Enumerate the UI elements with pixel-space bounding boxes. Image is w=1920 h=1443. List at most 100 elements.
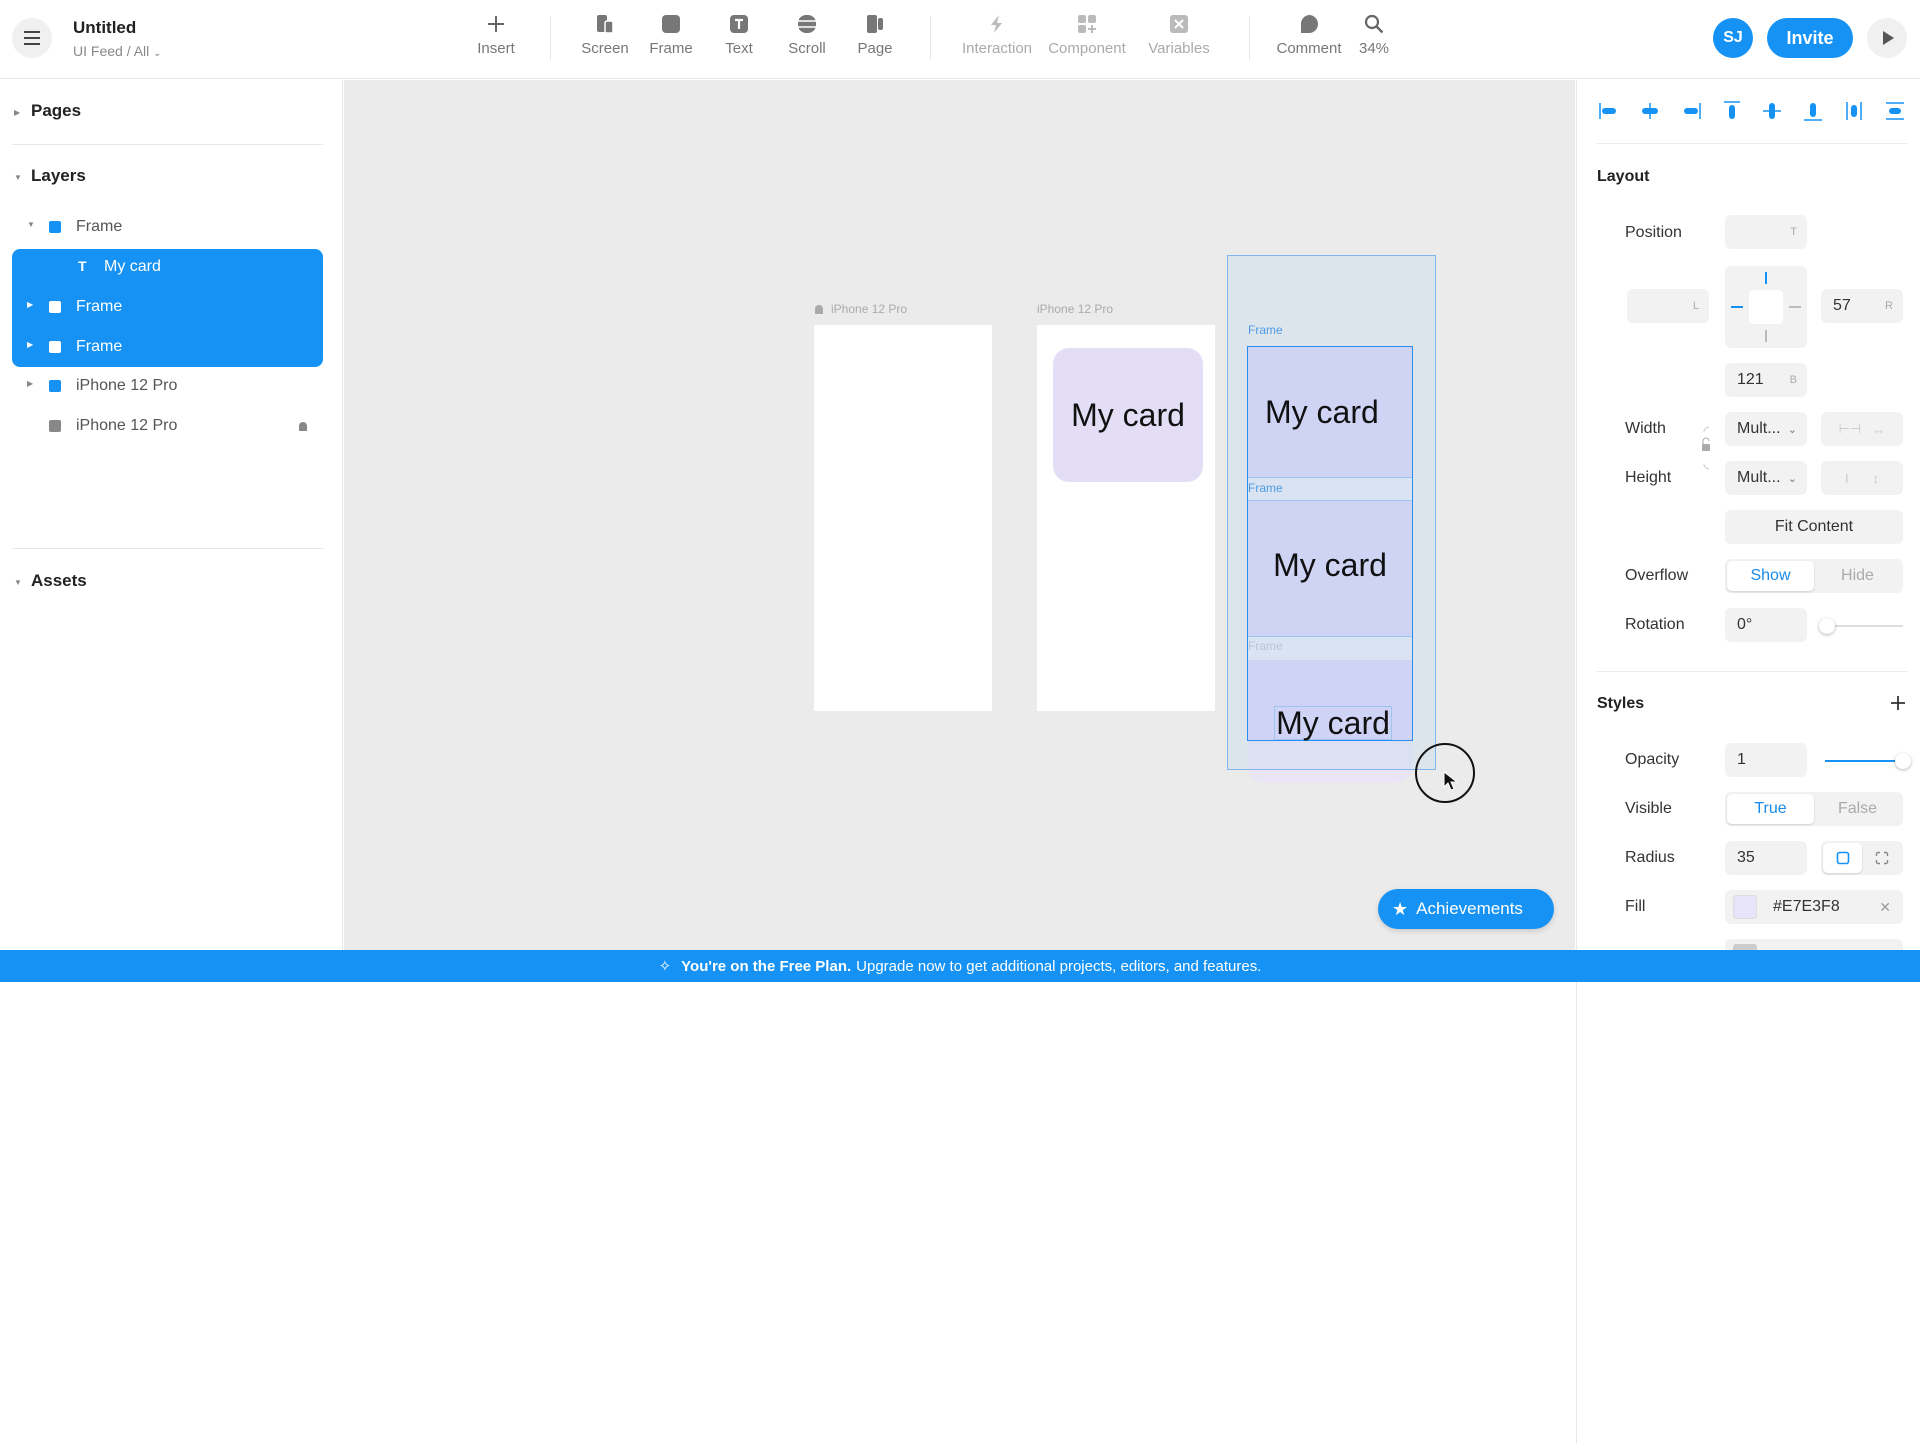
fit-content-button[interactable]: Fit Content [1725, 510, 1903, 544]
lock-icon[interactable] [297, 420, 309, 432]
radius-individual-option[interactable] [1862, 843, 1901, 873]
breadcrumb[interactable]: UI Feed / All ⌄ [73, 43, 162, 59]
frame-label[interactable]: Frame [1248, 639, 1283, 653]
card-text[interactable]: My card [1248, 382, 1412, 442]
caret-right-icon: ▶ [14, 108, 21, 117]
align-left-icon[interactable] [1597, 98, 1621, 124]
bottom-suffix: B [1789, 374, 1797, 386]
menu-button[interactable] [12, 18, 52, 58]
layer-item[interactable]: T My card [12, 249, 323, 285]
opacity-slider-knob[interactable] [1895, 753, 1911, 769]
pages-section-header[interactable]: ▶ Pages Page 1 [0, 97, 1920, 973]
position-top-input[interactable]: T [1725, 215, 1807, 249]
align-top-icon[interactable] [1720, 98, 1744, 124]
height-dropdown[interactable]: Mult... ⌄ [1725, 461, 1807, 495]
height-value: Mult... [1737, 469, 1781, 486]
constraint-right[interactable] [1789, 306, 1801, 308]
add-style-icon[interactable] [1890, 695, 1906, 711]
scroll-button[interactable]: Scroll [772, 0, 842, 79]
page-button[interactable]: Page [842, 0, 908, 79]
play-button[interactable] [1867, 18, 1907, 58]
fill-input[interactable]: #E7E3F8 ✕ [1725, 890, 1903, 924]
constraint-widget[interactable] [1725, 266, 1807, 348]
position-bottom-input[interactable]: 121 B [1725, 363, 1807, 397]
height-mode-toggle[interactable]: I ↕ [1821, 461, 1903, 495]
caret-down-icon[interactable]: ▼ [27, 220, 35, 229]
rotation-input[interactable]: 0° [1725, 608, 1807, 642]
position-left-input[interactable]: L [1627, 289, 1709, 323]
assets-section-header[interactable]: ▼ Assets Components ⌄ [0, 567, 1920, 1443]
zoom-icon [1362, 12, 1386, 36]
align-horizontal-center-icon[interactable] [1638, 98, 1662, 124]
width-dropdown[interactable]: Mult... ⌄ [1725, 412, 1807, 446]
frame-label[interactable]: Frame [1248, 481, 1283, 495]
phone-frame[interactable] [814, 325, 992, 711]
upgrade-banner[interactable]: ✧ You're on the Free Plan. Upgrade now t… [0, 950, 1920, 982]
achievements-button[interactable]: ★ Achievements [1378, 889, 1554, 929]
card[interactable]: My card [1053, 348, 1203, 482]
caret-right-icon[interactable]: ▶ [27, 379, 33, 388]
opacity-input[interactable]: 1 [1725, 743, 1807, 777]
constraint-bottom[interactable] [1765, 330, 1767, 342]
canvas[interactable]: iPhone 12 Pro iPhone 12 Pro My card Fram… [344, 80, 1575, 950]
fixed-height-icon[interactable]: I [1845, 471, 1849, 486]
visible-false-option[interactable]: False [1814, 794, 1901, 824]
layer-item[interactable]: ▶ Frame [12, 289, 323, 325]
layer-name: Frame [76, 298, 123, 315]
phone-frame[interactable]: My card [1037, 325, 1215, 711]
fixed-width-icon[interactable]: ⊢⊣ [1839, 421, 1862, 437]
distribute-horizontal-icon[interactable] [1842, 98, 1866, 124]
invite-button[interactable]: Invite [1767, 18, 1853, 58]
frame-label[interactable]: Frame [1248, 323, 1283, 337]
screen-button[interactable]: Screen [574, 0, 636, 79]
comment-button[interactable]: Comment [1272, 0, 1346, 79]
opacity-slider[interactable] [1825, 753, 1911, 769]
position-label: Position [1625, 224, 1682, 241]
user-avatar[interactable]: SJ [1713, 18, 1753, 58]
banner-text: Upgrade now to get additional projects, … [856, 957, 1262, 975]
constraint-left[interactable] [1731, 306, 1743, 308]
overflow-show-option[interactable]: Show [1727, 561, 1814, 591]
visible-true-option[interactable]: True [1727, 794, 1814, 824]
align-vertical-center-icon[interactable] [1760, 98, 1784, 124]
rotation-slider[interactable] [1819, 618, 1903, 634]
constraint-top[interactable] [1765, 272, 1767, 284]
caret-right-icon[interactable]: ▶ [27, 300, 33, 309]
variables-button[interactable]: Variables [1135, 0, 1223, 79]
layer-item[interactable]: ▼ Frame [12, 209, 323, 245]
interaction-button[interactable]: Interaction [955, 0, 1039, 79]
layer-item[interactable]: ▶ iPhone 12 Pro [12, 368, 323, 404]
fill-hex-value[interactable]: #E7E3F8 [1773, 898, 1840, 916]
card-text[interactable]: My card [1248, 535, 1412, 595]
insert-button[interactable]: Insert [466, 0, 526, 79]
document-title[interactable]: Untitled [73, 18, 136, 38]
fill-color-swatch[interactable] [1733, 895, 1757, 919]
card-text[interactable]: My card [1274, 705, 1392, 741]
fill-width-icon[interactable]: ↔ [1872, 422, 1885, 437]
phone-frame-label[interactable]: iPhone 12 Pro [1037, 302, 1113, 316]
distribute-vertical-icon[interactable] [1883, 98, 1907, 124]
align-bottom-icon[interactable] [1801, 98, 1825, 124]
component-button[interactable]: Component [1039, 0, 1135, 79]
fill-height-icon[interactable]: ↕ [1873, 471, 1880, 486]
width-mode-toggle[interactable]: ⊢⊣ ↔ [1821, 412, 1903, 446]
layers-section-header[interactable]: ▼ Layers [0, 162, 343, 192]
toolbar-divider [550, 16, 551, 60]
zoom-button[interactable]: 34% [1346, 0, 1402, 79]
frame-button[interactable]: Frame [636, 0, 706, 79]
layer-item[interactable]: iPhone 12 Pro [12, 408, 323, 444]
position-right-input[interactable]: 57 R [1821, 289, 1903, 323]
remove-fill-icon[interactable]: ✕ [1879, 899, 1891, 916]
radius-uniform-option[interactable] [1823, 843, 1862, 873]
caret-right-icon[interactable]: ▶ [27, 340, 33, 349]
radius-input[interactable]: 35 [1725, 841, 1807, 875]
align-right-icon[interactable] [1679, 98, 1703, 124]
next-style-field[interactable] [1725, 939, 1903, 950]
divider [1597, 143, 1907, 144]
overflow-hide-option[interactable]: Hide [1814, 561, 1901, 591]
aspect-lock-icon[interactable] [1701, 425, 1713, 471]
rotation-slider-knob[interactable] [1819, 618, 1835, 634]
phone-frame-label[interactable]: iPhone 12 Pro [831, 302, 907, 316]
text-button[interactable]: Text [706, 0, 772, 79]
layer-item[interactable]: ▶ Frame [12, 329, 323, 365]
